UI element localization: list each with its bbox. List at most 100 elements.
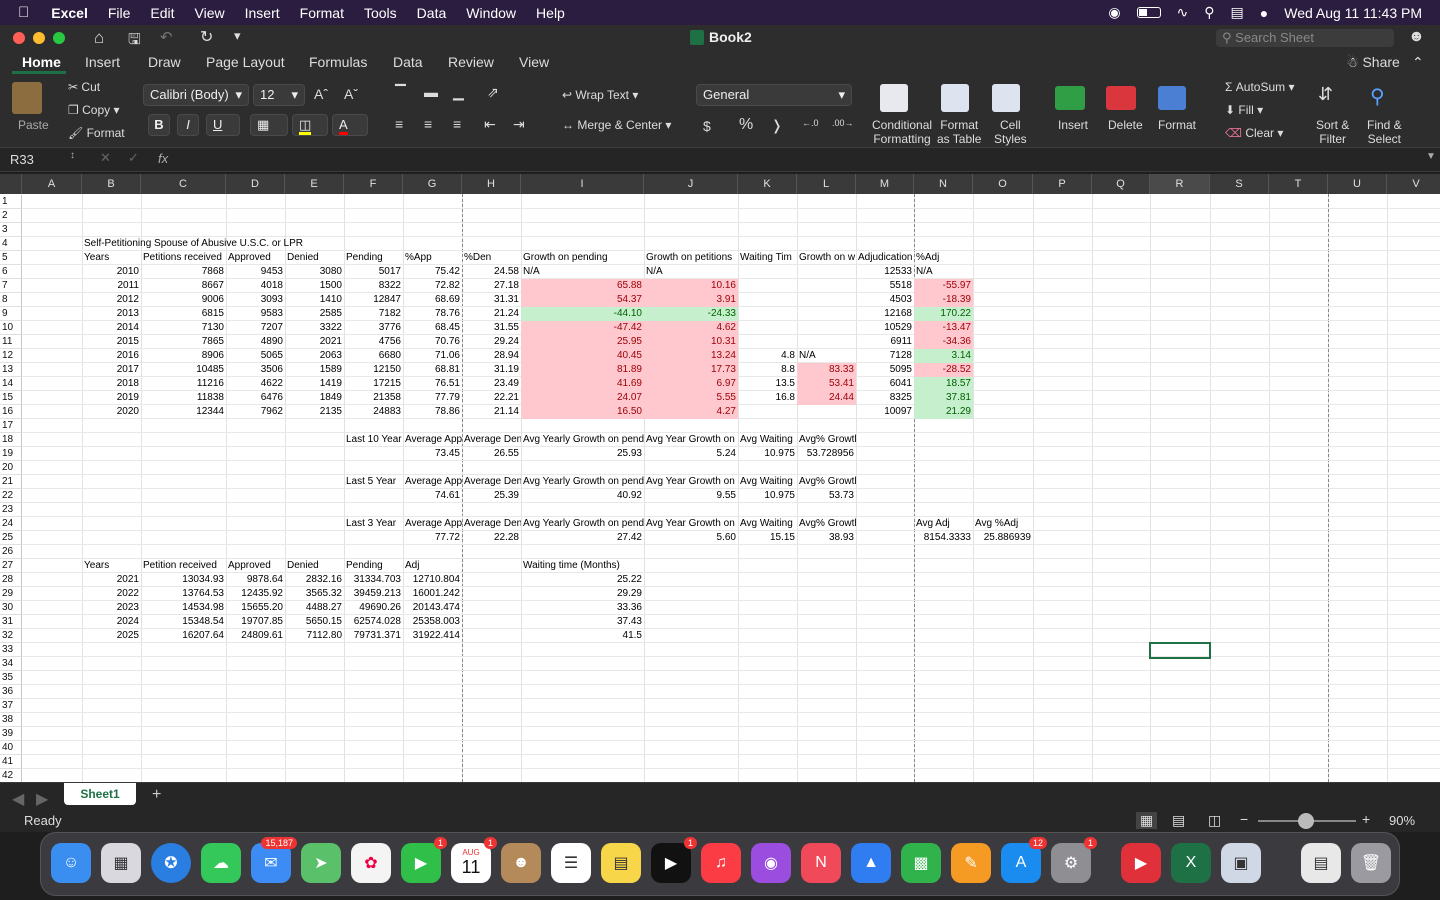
decrease-font-icon[interactable]: Aˇ	[344, 86, 358, 102]
cell-f30[interactable]: 49690.26	[344, 601, 403, 615]
cell-e31[interactable]: 5650.15	[285, 615, 344, 629]
cell-o24[interactable]: Avg %Adj	[973, 517, 1033, 531]
cell-d10[interactable]: 7207	[226, 321, 285, 335]
cell-f27[interactable]: Pending	[344, 559, 403, 573]
cell-g8[interactable]: 68.69	[403, 293, 462, 307]
cell-n25[interactable]: 8154.3333	[914, 531, 973, 545]
cell-e10[interactable]: 3322	[285, 321, 344, 335]
font-size-dropdown[interactable]: 12 ▾	[253, 84, 305, 106]
cell-l15[interactable]: 24.44	[797, 391, 856, 405]
select-all-corner[interactable]	[0, 174, 22, 194]
cell-h18[interactable]: Average Den	[462, 433, 521, 447]
cell-m15[interactable]: 8325	[856, 391, 914, 405]
cell-h8[interactable]: 31.31	[462, 293, 521, 307]
dock-system-preferences[interactable]: ⚙ 1	[1051, 837, 1097, 883]
cell-d13[interactable]: 3506	[226, 363, 285, 377]
row-header-3[interactable]: 3	[0, 223, 22, 237]
cell-l19[interactable]: 53.728956	[797, 447, 856, 461]
row-header-31[interactable]: 31	[0, 615, 22, 629]
menu-view[interactable]: View	[185, 5, 235, 21]
cell-b14[interactable]: 2018	[82, 377, 141, 391]
row-header-1[interactable]: 1	[0, 195, 22, 209]
cell-i8[interactable]: 54.37	[521, 293, 644, 307]
cell-j11[interactable]: 10.31	[644, 335, 738, 349]
dock-keynote[interactable]: ▲	[851, 843, 891, 883]
cell-n9[interactable]: 170.22	[914, 307, 973, 321]
redo-icon[interactable]: ↻	[200, 27, 213, 47]
column-header-s[interactable]: S	[1210, 174, 1269, 194]
cell-n5[interactable]: %Adj	[914, 251, 973, 265]
cell-i27[interactable]: Waiting time (Months)	[521, 559, 644, 573]
tab-home[interactable]: Home	[22, 54, 61, 70]
name-box-stepper-icon[interactable]: ↕	[70, 150, 75, 161]
cell-g18[interactable]: Average App	[403, 433, 462, 447]
cell-k25[interactable]: 15.15	[738, 531, 797, 545]
clear-button[interactable]: ⌫ Clear ▾	[1225, 126, 1283, 140]
percent-button[interactable]: %	[739, 116, 753, 134]
cell-i7[interactable]: 65.88	[521, 279, 644, 293]
dock-launchpad[interactable]: ▦	[101, 843, 141, 883]
column-header-n[interactable]: N	[914, 174, 973, 194]
cell-f8[interactable]: 12847	[344, 293, 403, 307]
next-sheet-icon[interactable]: ▶	[36, 789, 48, 809]
paste-button[interactable]: Paste	[18, 118, 49, 132]
cell-l18[interactable]: Avg% Growth on wait	[797, 433, 856, 447]
dock-music[interactable]: ♫	[701, 843, 741, 883]
cell-b10[interactable]: 2014	[82, 321, 141, 335]
column-header-k[interactable]: K	[738, 174, 797, 194]
cell-l5[interactable]: Growth on w	[797, 251, 856, 265]
column-header-m[interactable]: M	[856, 174, 914, 194]
cell-g5[interactable]: %App	[403, 251, 462, 265]
cell-m5[interactable]: Adjudication	[856, 251, 914, 265]
cell-g32[interactable]: 31922.414	[403, 629, 462, 643]
row-header-12[interactable]: 12	[0, 349, 22, 363]
creative-cloud-icon[interactable]: ◉	[1108, 4, 1120, 21]
cell-f9[interactable]: 7182	[344, 307, 403, 321]
cell-j25[interactable]: 5.60	[644, 531, 738, 545]
menu-help[interactable]: Help	[526, 5, 575, 21]
cell-k15[interactable]: 16.8	[738, 391, 797, 405]
cell-l14[interactable]: 53.41	[797, 377, 856, 391]
apple-icon[interactable]: 	[0, 4, 41, 21]
cell-f29[interactable]: 39459.213	[344, 587, 403, 601]
cell-e32[interactable]: 7112.80	[285, 629, 344, 643]
app-menu[interactable]: Excel	[41, 5, 98, 21]
cell-b16[interactable]: 2020	[82, 405, 141, 419]
row-header-37[interactable]: 37	[0, 699, 22, 713]
cell-b6[interactable]: 2010	[82, 265, 141, 279]
dock-notes[interactable]: ▤	[601, 843, 641, 883]
cell-c8[interactable]: 9006	[141, 293, 226, 307]
insert-cells-button[interactable]: Insert	[1058, 118, 1088, 132]
cell-b29[interactable]: 2022	[82, 587, 141, 601]
align-top-icon[interactable]: ▔	[395, 84, 406, 101]
align-bottom-icon[interactable]: ▁	[453, 84, 464, 101]
cell-j12[interactable]: 13.24	[644, 349, 738, 363]
cell-m11[interactable]: 6911	[856, 335, 914, 349]
orientation-icon[interactable]: ⇗	[487, 84, 499, 101]
row-header-4[interactable]: 4	[0, 237, 22, 251]
format-cells-icon[interactable]	[1158, 86, 1186, 110]
cell-g29[interactable]: 16001.242	[403, 587, 462, 601]
cell-i30[interactable]: 33.36	[521, 601, 644, 615]
cell-g21[interactable]: Average App	[403, 475, 462, 489]
cell-c10[interactable]: 7130	[141, 321, 226, 335]
column-header-q[interactable]: Q	[1092, 174, 1150, 194]
cell-m14[interactable]: 6041	[856, 377, 914, 391]
share-button[interactable]: ☃ Share	[1346, 54, 1400, 71]
cell-l22[interactable]: 53.73	[797, 489, 856, 503]
cell-i15[interactable]: 24.07	[521, 391, 644, 405]
cell-e7[interactable]: 1500	[285, 279, 344, 293]
cell-d6[interactable]: 9453	[226, 265, 285, 279]
search-sheet-field[interactable]: ⚲ Search Sheet	[1216, 29, 1394, 47]
cell-g11[interactable]: 70.76	[403, 335, 462, 349]
increase-font-icon[interactable]: Aˆ	[314, 86, 328, 102]
cell-i16[interactable]: 16.50	[521, 405, 644, 419]
tab-formulas[interactable]: Formulas	[309, 54, 367, 70]
cell-d14[interactable]: 4622	[226, 377, 285, 391]
cell-d31[interactable]: 19707.85	[226, 615, 285, 629]
cell-i32[interactable]: 41.5	[521, 629, 644, 643]
cell-g15[interactable]: 77.79	[403, 391, 462, 405]
column-header-e[interactable]: E	[285, 174, 344, 194]
sort-filter-icon[interactable]: ⇵	[1318, 84, 1333, 105]
format-as-table-button[interactable]: Format as Table	[937, 118, 981, 146]
